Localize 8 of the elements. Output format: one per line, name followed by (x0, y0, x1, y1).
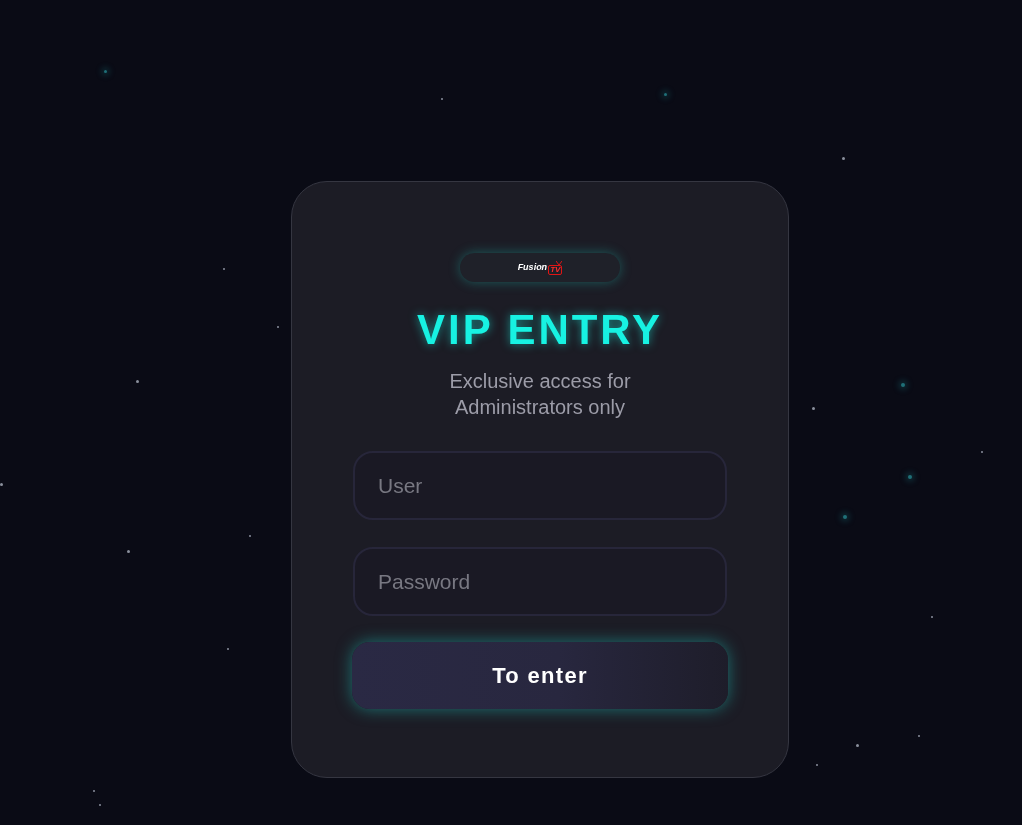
logo-text: Fusion (517, 263, 548, 272)
subtitle-text: Exclusive access for Administrators only (448, 369, 632, 420)
tv-badge: TV (548, 264, 563, 275)
input-field[interactable]: User (353, 451, 727, 520)
antenna-icon (556, 260, 563, 265)
page-title: VIP ENTRY (417, 309, 663, 351)
submit-button[interactable]: To enter (352, 642, 728, 709)
input-field[interactable]: Password (353, 547, 727, 616)
